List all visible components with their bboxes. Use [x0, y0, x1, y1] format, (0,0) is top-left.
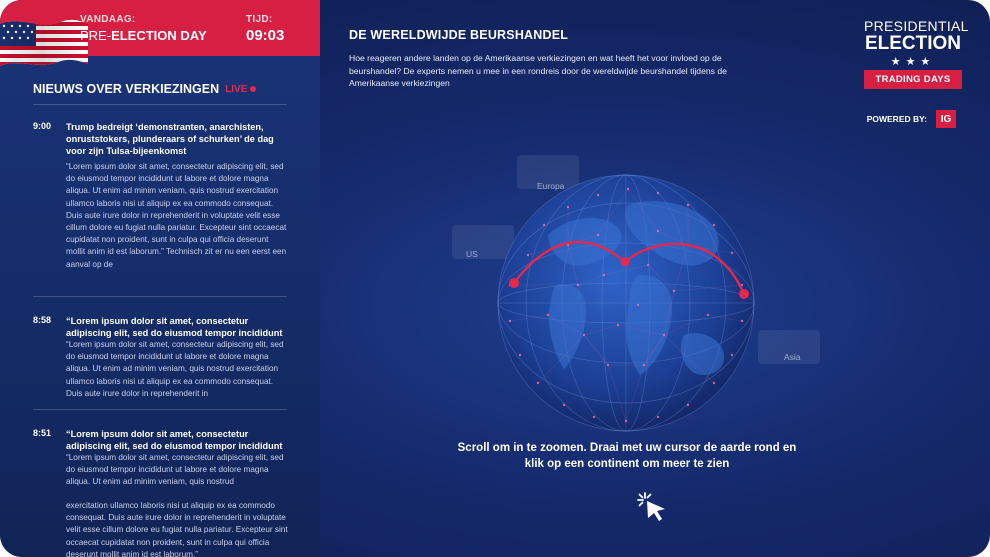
divider: [33, 409, 287, 410]
news-title[interactable]: “Lorem ipsum dolor sit amet, consectetur…: [66, 428, 291, 452]
logo-line-2: ELECTION: [864, 33, 962, 54]
powered-by-label: POWERED BY:: [866, 114, 927, 124]
date-value: PRE-ELECTION DAY: [80, 28, 207, 43]
news-body: “Lorem ipsum dolor sit amet, consectetur…: [66, 340, 284, 398]
powered-by: POWERED BY: IG: [867, 110, 956, 128]
news-body: “Lorem ipsum dolor sit amet, consectetur…: [66, 162, 287, 269]
news-panel: VANDAAG: PRE-ELECTION DAY TIJD: 09:03 NI…: [0, 0, 320, 557]
news-time: 8:58: [33, 315, 52, 325]
date-value-bold: ELECTION DAY: [111, 28, 207, 43]
live-label: LIVE: [225, 83, 248, 95]
live-dot-icon: [250, 86, 257, 92]
divider: [33, 104, 287, 105]
date-value-prefix: PRE-: [80, 28, 112, 43]
page-description: Hoe reageren andere landen op de Amerika…: [349, 53, 727, 88]
news-item[interactable]: 9:00 Trump bedreigt ‘demonstranten, anar…: [33, 121, 287, 291]
time-value: 09:03: [246, 27, 285, 44]
region-label: US: [466, 249, 478, 259]
news-body: “Lorem ipsum dolor sit amet, consectetur…: [66, 453, 284, 487]
news-title[interactable]: “Lorem ipsum dolor sit amet, consectetur…: [66, 315, 291, 339]
time-label: TIJD:: [246, 14, 273, 25]
logo-stars: ★★★: [890, 56, 936, 68]
logo-line-1: PRESIDENTIAL: [864, 18, 969, 34]
news-title[interactable]: Trump bedreigt ‘demonstranten, anarchist…: [66, 121, 291, 157]
news-heading: NIEUWS OVER VERKIEZINGEN LIVE: [33, 82, 257, 96]
date-label: VANDAAG:: [80, 14, 136, 25]
live-badge: LIVE: [225, 83, 257, 95]
news-time: 8:51: [33, 428, 52, 438]
top-status-bar: VANDAAG: PRE-ELECTION DAY TIJD: 09:03: [0, 0, 320, 66]
divider: [33, 296, 287, 297]
page-title: DE WERELDWIJDE BEURSHANDEL: [349, 28, 569, 42]
news-item[interactable]: 8:58 “Lorem ipsum dolor sit amet, consec…: [33, 315, 287, 405]
presidential-election-logo: PRESIDENTIAL ELECTION ★★★ TRADING DAYS: [864, 18, 969, 89]
logo-trading-days: TRADING DAYS: [864, 70, 962, 89]
news-time: 9:00: [33, 121, 52, 131]
news-item[interactable]: 8:51 “Lorem ipsum dolor sit amet, consec…: [33, 428, 288, 557]
app-window: VANDAAG: PRE-ELECTION DAY TIJD: 09:03 NI…: [0, 0, 990, 557]
globe-instructions: Scroll om in te zoomen. Draai met uw cur…: [457, 442, 797, 470]
click-cursor-icon: [637, 492, 665, 521]
globe[interactable]: [488, 165, 764, 441]
ig-logo[interactable]: IG: [936, 110, 956, 128]
us-flag-icon: [0, 19, 88, 66]
news-heading-label: NIEUWS OVER VERKIEZINGEN: [33, 82, 220, 96]
region-label: Asia: [784, 352, 801, 362]
news-body-continued: exercitation ullamco laboris nisi ut ali…: [66, 501, 288, 557]
globe-icon[interactable]: [488, 165, 764, 441]
